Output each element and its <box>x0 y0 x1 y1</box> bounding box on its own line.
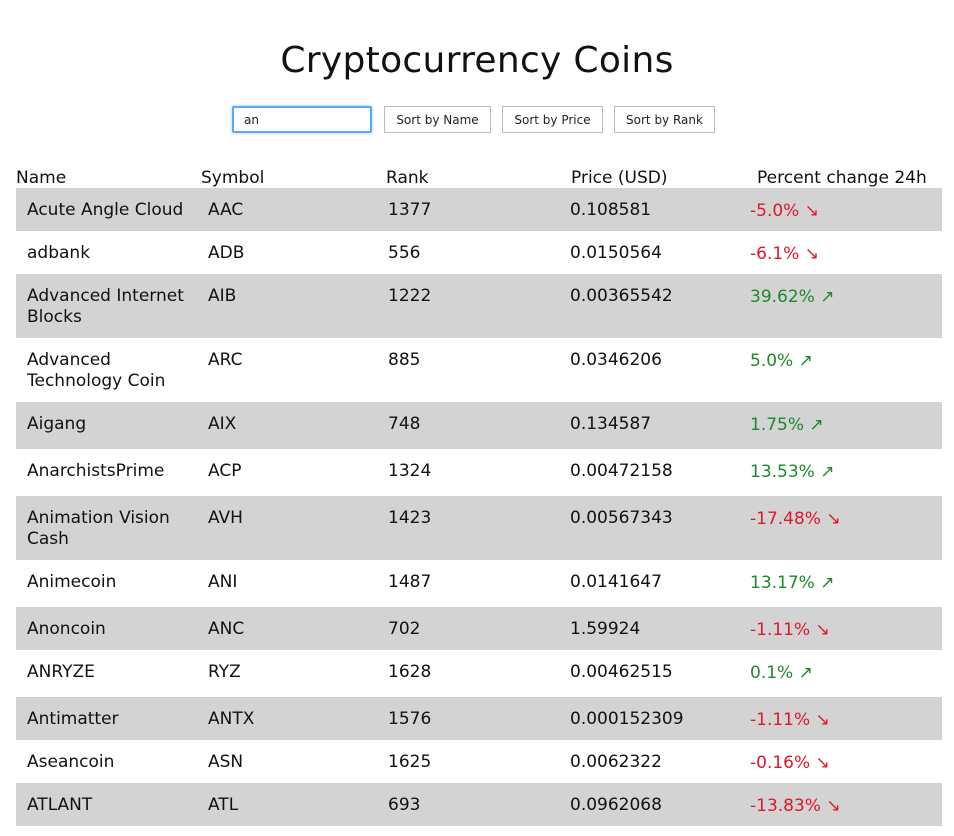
coin-symbol: ANTX <box>208 709 255 729</box>
table-header: Name Symbol Rank Price (USD) Percent cha… <box>0 168 954 188</box>
coin-table-body: Acute Angle Cloud AAC 1377 0.108581 -5.0% ↘ a… <box>16 188 942 826</box>
coin-name: Anoncoin <box>27 619 106 639</box>
coin-percent-change: 13.53% ↗ <box>750 462 835 482</box>
table-row: Anoncoin ANC 702 1.59924 -1.11% ↘ <box>16 607 942 650</box>
coin-name: ANRYZE <box>27 662 95 682</box>
coin-name: adbank <box>27 243 91 263</box>
column-header-percent-change: Percent change 24h <box>757 168 927 188</box>
coin-symbol: ANC <box>208 619 245 639</box>
coin-price: 0.0150564 <box>570 243 662 263</box>
sort-by-rank-button[interactable]: Sort by Rank <box>614 106 715 133</box>
coin-symbol: ACP <box>208 461 242 481</box>
coin-symbol: ATL <box>208 795 239 815</box>
coin-symbol: ADB <box>208 243 245 263</box>
coin-symbol: RYZ <box>208 662 241 682</box>
page-title: Cryptocurrency Coins <box>280 40 674 81</box>
coin-percent-change: 13.17% ↗ <box>750 573 835 593</box>
sort-by-name-button[interactable]: Sort by Name <box>384 106 491 133</box>
column-header-rank: Rank <box>386 168 429 188</box>
coin-price: 0.000152309 <box>570 709 684 729</box>
coin-rank: 1628 <box>388 662 432 682</box>
column-header-price: Price (USD) <box>571 168 668 188</box>
coin-percent-change: 39.62% ↗ <box>750 287 835 307</box>
coin-price: 0.0962068 <box>570 795 662 815</box>
table-row: Advanced Internet Blocks AIB 1222 0.0036554… <box>16 274 942 338</box>
table-row: Animation Vision Cash AVH 1423 0.00567343 -1… <box>16 496 942 560</box>
coin-price: 0.00567343 <box>570 508 673 528</box>
coin-symbol: AIB <box>208 286 237 306</box>
table-row: AnarchistsPrime ACP 1324 0.00472158 13.53% ↗ <box>16 449 942 496</box>
coin-price: 0.0346206 <box>570 350 662 370</box>
coin-percent-change: 0.1% ↗ <box>750 663 813 683</box>
table-row: Acute Angle Cloud AAC 1377 0.108581 -5.0% ↘ <box>16 188 942 231</box>
coin-percent-change: -1.11% ↘ <box>750 620 830 640</box>
table-row: Aigang AIX 748 0.134587 1.75% ↗ <box>16 402 942 449</box>
coin-rank: 1222 <box>388 286 432 306</box>
coin-symbol: ANI <box>208 572 238 592</box>
table-row: Antimatter ANTX 1576 0.000152309 -1.11% ↘ <box>16 697 942 740</box>
coin-price: 0.00472158 <box>570 461 673 481</box>
coin-name: ATLANT <box>27 795 93 815</box>
coin-symbol: AIX <box>208 414 237 434</box>
coin-rank: 885 <box>388 350 421 370</box>
coin-rank: 748 <box>388 414 421 434</box>
column-header-name: Name <box>16 168 67 188</box>
coin-rank: 556 <box>388 243 421 263</box>
coin-symbol: ARC <box>208 350 243 370</box>
coin-percent-change: -5.0% ↘ <box>750 201 819 221</box>
table-row: ANRYZE RYZ 1628 0.00462515 0.1% ↗ <box>16 650 942 697</box>
page: Cryptocurrency Coins Sort by Name Sort b… <box>0 0 954 836</box>
coin-symbol: ASN <box>208 752 244 772</box>
table-row: ATLANT ATL 693 0.0962068 -13.83% ↘ <box>16 783 942 826</box>
coin-percent-change: -6.1% ↘ <box>750 244 819 264</box>
coin-rank: 1423 <box>388 508 432 528</box>
coin-name: Advanced Internet Blocks <box>27 286 184 327</box>
coin-price: 0.134587 <box>570 414 652 434</box>
coin-name: Antimatter <box>27 709 119 729</box>
coin-percent-change: -1.11% ↘ <box>750 710 830 730</box>
coin-percent-change: -17.48% ↘ <box>750 509 841 529</box>
table-row: adbank ADB 556 0.0150564 -6.1% ↘ <box>16 231 942 274</box>
coin-name: Animecoin <box>27 572 117 592</box>
coin-rank: 1487 <box>388 572 432 592</box>
coin-price: 0.00462515 <box>570 662 673 682</box>
coin-name: Acute Angle Cloud <box>27 200 184 220</box>
table-row: Animecoin ANI 1487 0.0141647 13.17% ↗ <box>16 560 942 607</box>
coin-name: Advanced Technology Coin <box>27 350 166 391</box>
coin-symbol: AVH <box>208 508 243 528</box>
coin-percent-change: -13.83% ↘ <box>750 796 841 816</box>
coin-rank: 1324 <box>388 461 432 481</box>
coin-price: 0.0141647 <box>570 572 662 592</box>
coin-rank: 1576 <box>388 709 432 729</box>
coin-price: 0.00365542 <box>570 286 673 306</box>
sort-by-price-button[interactable]: Sort by Price <box>502 106 603 133</box>
coin-percent-change: -0.16% ↘ <box>750 753 830 773</box>
coin-price: 0.108581 <box>570 200 652 220</box>
table-row: Aseancoin ASN 1625 0.0062322 -0.16% ↘ <box>16 740 942 783</box>
coin-name: Animation Vision Cash <box>27 508 170 549</box>
coin-rank: 1377 <box>388 200 432 220</box>
coin-rank: 702 <box>388 619 421 639</box>
coin-price: 0.0062322 <box>570 752 662 772</box>
coin-name: Aigang <box>27 414 87 434</box>
coin-percent-change: 5.0% ↗ <box>750 351 813 371</box>
table-row: Advanced Technology Coin ARC 885 0.0346206 5… <box>16 338 942 402</box>
search-input[interactable] <box>232 106 372 133</box>
coin-percent-change: 1.75% ↗ <box>750 415 824 435</box>
coin-rank: 1625 <box>388 752 432 772</box>
coin-rank: 693 <box>388 795 421 815</box>
coin-name: Aseancoin <box>27 752 115 772</box>
coin-price: 1.59924 <box>570 619 641 639</box>
coin-symbol: AAC <box>208 200 244 220</box>
coin-name: AnarchistsPrime <box>27 461 165 481</box>
column-header-symbol: Symbol <box>201 168 265 188</box>
